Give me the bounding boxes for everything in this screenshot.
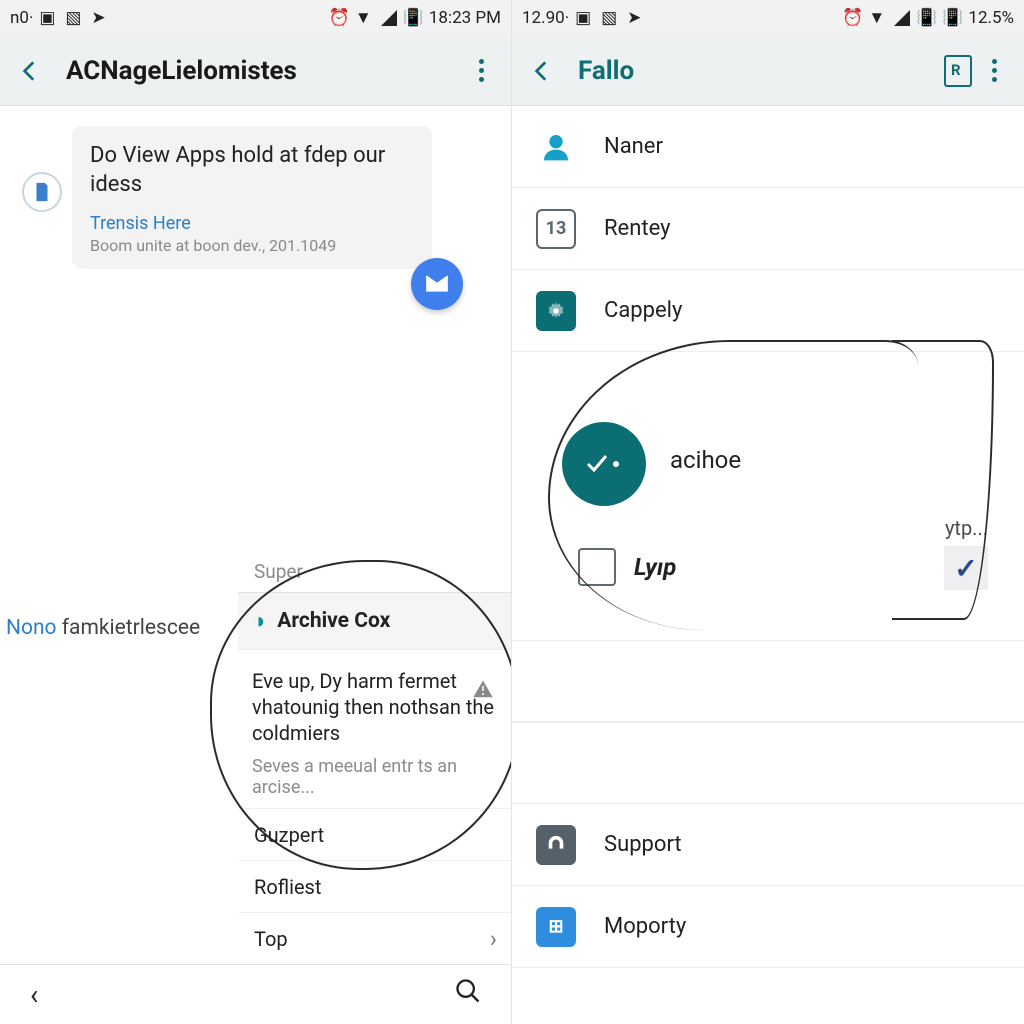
signal-icon [381, 10, 397, 26]
archive-body-sub: Seves a meeual entr ts an arcise... [252, 756, 499, 798]
support-icon [536, 825, 576, 865]
moporty-icon: ⊞ [536, 907, 576, 947]
archive-body[interactable]: Eve up, Dy harm fermet vhatounig then no… [238, 649, 512, 808]
status-time: 18:23 PM [429, 8, 501, 28]
nono-prefix: Nono [6, 616, 62, 640]
list-item-label: Moporty [604, 914, 686, 939]
signal-icon [894, 10, 910, 26]
vibrate-icon: 📳 [403, 8, 423, 28]
vibrate-icon: 📳 [916, 8, 936, 28]
nono-label: Nono famkietrlescee [6, 616, 200, 640]
search-button[interactable] [454, 977, 482, 1012]
message-bubble[interactable]: Do View Apps hold at fdep our idess Tren… [72, 126, 432, 269]
more-icon [479, 59, 484, 82]
send-icon: ➤ [91, 8, 111, 28]
archive-item-rofliest[interactable]: Rofliest [238, 860, 512, 912]
status-bar: n0· ▣ ▧ ➤ ⏰ ▼ 📳 18:23 PM [0, 0, 511, 36]
list-item-moporty[interactable]: ⊞ Moporty [512, 886, 1024, 968]
more-icon [992, 59, 997, 82]
list-item-blank[interactable] [512, 640, 1024, 722]
check-button[interactable]: ✓ [944, 546, 988, 590]
doc-button[interactable] [940, 53, 976, 89]
acihoe-label: acihoe [670, 446, 741, 474]
document-r-icon [944, 55, 972, 87]
status-bar: 12.90· ▣ ▧ ➤ ⏰ ▼ 📳 📳 12.5% [512, 0, 1024, 36]
document-icon [22, 172, 62, 212]
lyip-icon [578, 548, 616, 586]
blank-icon [536, 743, 576, 783]
attachment-title: Trensis Here [90, 213, 414, 234]
image-icon: ▧ [601, 8, 621, 28]
archive-item-label: Guzpert [254, 823, 324, 847]
acihoe-chip[interactable] [562, 422, 646, 506]
archive-icon: ◑ [252, 608, 265, 634]
alarm-icon: ⏰ [329, 8, 349, 28]
blank-icon [536, 661, 576, 701]
alarm-icon: ⏰ [842, 8, 862, 28]
vibrate2-icon: 📳 [942, 8, 962, 28]
page-title: ACNageLielomistes [66, 56, 463, 86]
archive-item-top[interactable]: Top › [238, 912, 512, 964]
settings-list: Naner 13 Rentey Cappely [512, 106, 1024, 352]
send-icon: ➤ [627, 8, 647, 28]
settings-list-2: Support ⊞ Moporty [512, 640, 1024, 968]
lyip-row[interactable]: Lyıp [578, 548, 676, 586]
archive-body-text: Eve up, Dy harm fermet vhatounig then no… [252, 668, 499, 746]
archive-panel: ◑ Archive Cox Eve up, Dy harm fermet vha… [238, 592, 512, 964]
check-icon: ✓ [954, 552, 977, 585]
message-attachment[interactable]: Trensis Here Boom unite at boon dev., 20… [90, 213, 414, 255]
gear-icon [536, 291, 576, 331]
back-button[interactable] [524, 53, 560, 89]
message-row: Do View Apps hold at fdep our idess Tren… [0, 106, 511, 269]
warning-icon [471, 677, 495, 705]
cast-icon: ▣ [575, 8, 595, 28]
nav-back-button[interactable]: ‹ [30, 978, 38, 1011]
chevron-right-icon: › [490, 925, 497, 953]
archive-list: Guzpert Rofliest Top › [238, 808, 512, 964]
more-button[interactable] [976, 53, 1012, 89]
list-item-support[interactable]: Support [512, 804, 1024, 886]
screen-right: 12.90· ▣ ▧ ➤ ⏰ ▼ 📳 📳 12.5% Fallo [512, 0, 1024, 1024]
attachment-meta: Boom unite at boon dev., 201.1049 [90, 236, 414, 255]
nono-rest: famkietrlescee [62, 616, 200, 640]
archive-header[interactable]: ◑ Archive Cox [238, 593, 512, 649]
wifi-icon: ▼ [868, 8, 888, 28]
status-left-text: 12.90· [522, 8, 569, 28]
status-battery: 12.5% [968, 8, 1014, 28]
archive-title: Archive Cox [277, 609, 390, 633]
screen-left: n0· ▣ ▧ ➤ ⏰ ▼ 📳 18:23 PM ACNageLielomist… [0, 0, 512, 1024]
check-dot-icon [584, 452, 624, 476]
archive-item-label: Top [254, 927, 288, 951]
list-item-label: Rentey [604, 216, 671, 241]
list-item-rentey[interactable]: 13 Rentey [512, 188, 1024, 270]
list-item-blank2[interactable] [512, 722, 1024, 804]
person-icon [536, 127, 576, 167]
image-icon: ▧ [65, 8, 85, 28]
page-title: Fallo [578, 56, 940, 86]
app-bar: Fallo [512, 36, 1024, 106]
compose-button[interactable] [411, 258, 463, 310]
calendar-badge: 13 [546, 218, 567, 239]
lyip-label: Lyıp [634, 553, 676, 581]
archive-item-guzpert[interactable]: Guzpert [238, 808, 512, 860]
more-button[interactable] [463, 53, 499, 89]
archive-item-label: Rofliest [254, 875, 321, 899]
super-label: Super [254, 560, 303, 583]
ytp-label: ytp... [945, 516, 988, 540]
list-item-cappely[interactable]: Cappely [512, 270, 1024, 352]
app-bar: ACNageLielomistes [0, 36, 511, 106]
wifi-icon: ▼ [355, 8, 375, 28]
message-text: Do View Apps hold at fdep our idess [90, 142, 414, 199]
cast-icon: ▣ [39, 8, 59, 28]
list-item-naner[interactable]: Naner [512, 106, 1024, 188]
list-item-label: Cappely [604, 298, 682, 323]
back-button[interactable] [12, 53, 48, 89]
search-icon [454, 977, 482, 1005]
calendar-icon: 13 [536, 209, 576, 249]
list-item-label: Naner [604, 134, 663, 159]
list-item-label: Support [604, 832, 682, 857]
status-left-text: n0· [10, 8, 33, 28]
mail-icon [424, 271, 450, 297]
bottom-nav: ‹ [0, 964, 512, 1024]
